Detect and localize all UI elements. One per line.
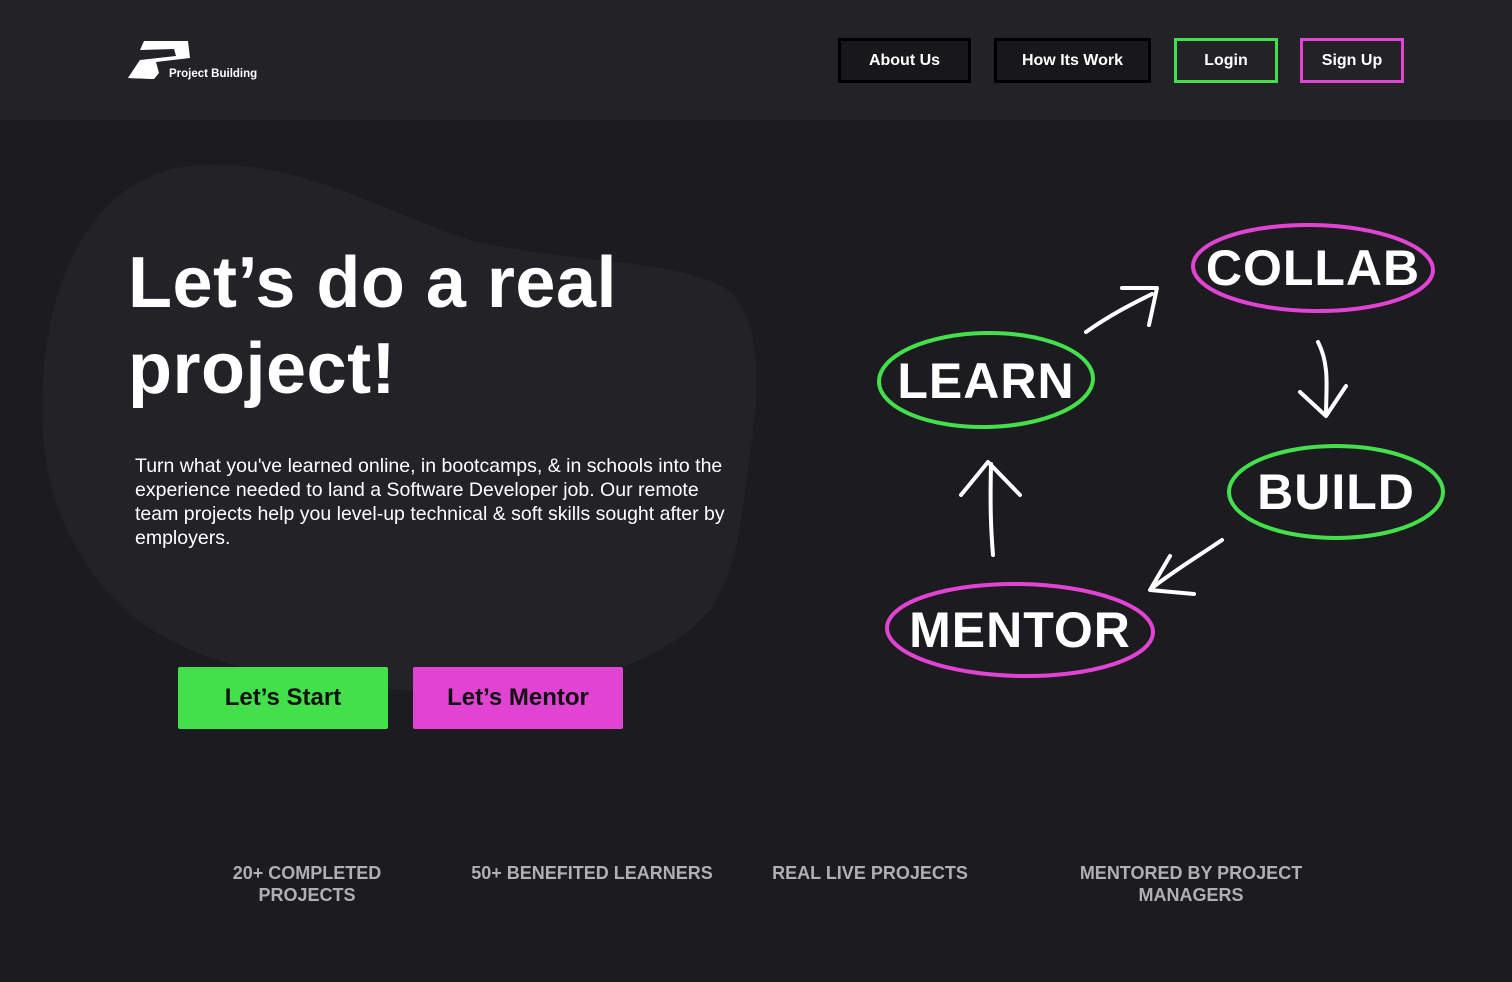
- lets-mentor-button[interactable]: Let’s Mentor: [413, 667, 623, 729]
- logo[interactable]: Project Building: [126, 38, 286, 84]
- build-label: BUILD: [1257, 464, 1415, 520]
- arrow-learn-to-collab: [1084, 292, 1154, 334]
- nav-how-its-work-button[interactable]: How Its Work: [994, 38, 1151, 83]
- mentor-label: MENTOR: [909, 602, 1131, 658]
- stat-real-live-projects: REAL LIVE PROJECTS: [772, 863, 968, 883]
- arrow-collab-to-build: [1316, 340, 1329, 416]
- hero-title-line-1: Let’s do a real: [128, 243, 617, 323]
- collab-label: COLLAB: [1205, 240, 1421, 296]
- mentor-node: MENTOR: [884, 580, 1156, 680]
- hero-blob-shape: [42, 164, 757, 693]
- login-button[interactable]: Login: [1174, 38, 1278, 83]
- site-header: Project Building About Us How Its Work L…: [0, 0, 1512, 120]
- hero-title-line-2: project!: [128, 329, 397, 409]
- arrow-build-to-mentor: [1150, 538, 1224, 590]
- stat-completed-projects: 20+ COMPLETED PROJECTS: [232, 863, 382, 905]
- hero-title: Let’s do a real project!: [128, 240, 768, 412]
- nav-about-us-button[interactable]: About Us: [838, 38, 971, 83]
- signup-button[interactable]: Sign Up: [1300, 38, 1404, 83]
- build-node: BUILD: [1226, 442, 1446, 542]
- learn-label: LEARN: [897, 353, 1075, 409]
- collab-node: COLLAB: [1190, 222, 1436, 314]
- learning-cycle-diagram: LEARN COLLAB BUILD MENTOR: [860, 210, 1460, 700]
- arrow-mentor-to-learn: [988, 462, 995, 557]
- logo-text: Project Building: [169, 68, 258, 80]
- hero-description: Turn what you've learned online, in boot…: [135, 455, 725, 549]
- learn-node: LEARN: [876, 330, 1096, 432]
- stat-benefited-learners: 50+ BENEFITED LEARNERS: [471, 863, 713, 883]
- lets-start-button[interactable]: Let’s Start: [178, 667, 388, 729]
- stat-mentored-by-pm: MENTORED BY PROJECT MANAGERS: [1079, 863, 1303, 905]
